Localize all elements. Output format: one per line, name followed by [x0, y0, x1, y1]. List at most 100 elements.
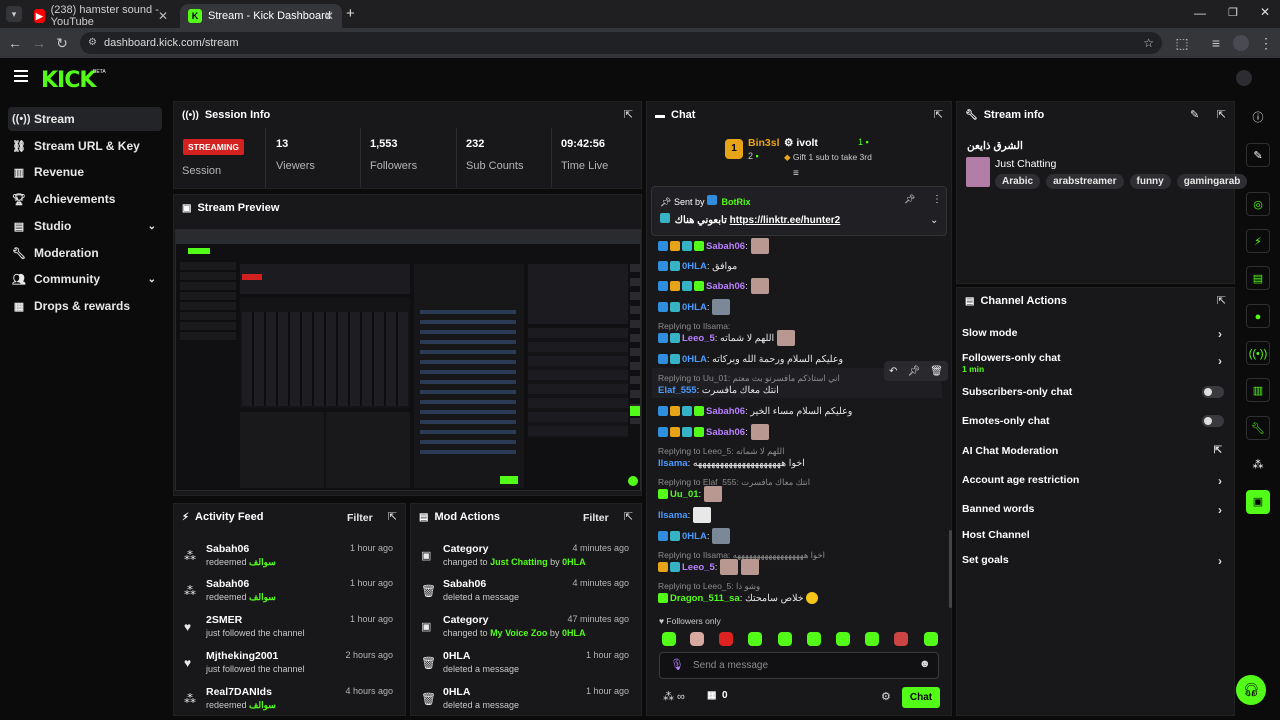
pinned-link[interactable]: https://linktr.ee/hunter2 — [730, 215, 841, 226]
chat-message[interactable]: Leeo_5: اللهم لا شماته — [658, 329, 796, 347]
chat-message[interactable]: Sabah06: — [658, 423, 769, 441]
emotes-only-toggle[interactable] — [1202, 415, 1224, 427]
action-account-age-restriction[interactable]: Account age restriction › — [962, 474, 1230, 490]
action-subscribers-only-chat[interactable]: Subscribers-only chat — [962, 386, 1230, 402]
chat-scrollbar[interactable] — [949, 530, 952, 608]
emote-button[interactable] — [719, 632, 733, 646]
maximize-icon[interactable]: ❐ — [1228, 6, 1238, 19]
action-emotes-only-chat[interactable]: Emotes-only chat — [962, 415, 1230, 431]
chat-username[interactable]: Uu_01 — [670, 489, 699, 500]
pinned-message[interactable]: 📌︎ Sent by BotRix تابعوني هناك https://l… — [651, 186, 947, 236]
chevron-down-icon[interactable]: ⌄ — [930, 215, 938, 226]
tag-pill[interactable]: funny — [1129, 174, 1171, 189]
tag-pill[interactable]: Arabic — [995, 174, 1041, 189]
chat-username[interactable]: Sabah06 — [706, 281, 745, 292]
chat-message[interactable]: Leeo_5: — [658, 558, 760, 576]
broadcast-icon[interactable]: ((•)) — [1246, 341, 1270, 365]
bolt-icon[interactable]: ⚡︎ — [1246, 229, 1270, 253]
emote-button[interactable] — [690, 632, 704, 646]
chat-username[interactable]: Leeo_5 — [682, 333, 715, 344]
sidebar-item-moderation[interactable]: 🔧︎ Moderation — [8, 241, 162, 265]
chat-message[interactable]: 0HLA: — [658, 527, 731, 545]
close-window-icon[interactable]: ✕ — [1260, 5, 1270, 19]
stream-video[interactable] — [175, 229, 641, 491]
edit-pencil-icon[interactable]: ✎ — [1190, 108, 1199, 121]
chat-message[interactable]: Sabah06: وعليكم السلام مساء الخير — [658, 402, 852, 420]
chat-username[interactable]: Elaf_555 — [658, 385, 697, 396]
action-slow-mode[interactable]: Slow mode › — [962, 327, 1230, 343]
chat-username[interactable]: 0HLA — [682, 531, 707, 542]
sidebar-item-studio[interactable]: ▤ Studio ⌄ — [8, 214, 162, 238]
close-icon[interactable]: ✕ — [324, 9, 334, 23]
sidebar-item-stream-url-key[interactable]: ⛓ Stream URL & Key — [8, 134, 162, 158]
sidebar-item-community[interactable]: 👥︎ Community ⌄ — [8, 267, 162, 291]
chat-message[interactable]: 0HLA: وعليكم السلام ورحمة الله وبركاته — [658, 350, 843, 368]
emote-button[interactable] — [894, 632, 908, 646]
emote-button[interactable] — [662, 632, 676, 646]
edit-pencil-icon[interactable]: ✎ — [1246, 143, 1270, 167]
popout-icon[interactable]: ⇱ — [934, 108, 943, 121]
menu-kebab-icon[interactable]: ⋮ — [1257, 34, 1275, 52]
minimize-icon[interactable]: — — [1194, 6, 1206, 20]
user-avatar[interactable] — [1236, 70, 1252, 86]
more-options-icon[interactable]: ⋮ — [932, 194, 942, 205]
action-followers-only-chat[interactable]: Followers-only chat 1 min › — [962, 352, 1230, 376]
gifter-name-2[interactable]: ⚙ ivolt — [784, 137, 818, 149]
chat-username[interactable]: 0HLA — [682, 354, 707, 365]
chat-input[interactable]: 🎙︎ Send a message ☻ — [659, 652, 939, 679]
chat-message[interactable]: Ilsama: — [658, 506, 712, 524]
tag-pill[interactable]: gamingarab — [1176, 174, 1248, 189]
profile-avatar[interactable] — [1233, 35, 1249, 51]
new-tab-button[interactable]: + — [346, 5, 355, 22]
sidebar-item-achievements[interactable]: 🏆︎ Achievements — [8, 187, 162, 211]
chat-message[interactable]: Elaf_555: انتك معاك مافسرت — [658, 381, 779, 399]
popout-icon[interactable]: ⇱ — [624, 510, 633, 523]
filter-button[interactable]: Filter — [583, 512, 609, 524]
chat-username[interactable]: Ilsama — [658, 510, 688, 521]
points-icon[interactable]: ⁂ — [1246, 453, 1270, 477]
chat-message[interactable]: Uu_01: — [658, 485, 723, 503]
popout-icon[interactable]: ⇱ — [388, 510, 397, 523]
chat-username[interactable]: Leeo_5 — [682, 562, 715, 573]
chat-username[interactable]: 0HLA — [682, 261, 707, 272]
chat-message[interactable]: 0HLA: — [658, 298, 731, 316]
hamburger-icon[interactable] — [14, 70, 28, 82]
list-icon[interactable]: ▥ — [1246, 378, 1270, 402]
emoji-picker-icon[interactable]: ☻ — [919, 658, 931, 670]
bookmark-star-icon[interactable]: ☆ — [1143, 32, 1154, 54]
subscribers-only-toggle[interactable] — [1202, 386, 1224, 398]
microphone-icon[interactable]: 🎙︎ — [670, 658, 684, 671]
gifter-name[interactable]: Bin3sl — [748, 137, 780, 149]
close-icon[interactable]: ✕ — [158, 9, 168, 23]
chat-username[interactable]: Sabah06 — [706, 427, 745, 438]
emote-button[interactable] — [924, 632, 938, 646]
info-icon[interactable]: ⓘ — [1246, 106, 1270, 130]
chat-settings-icon[interactable]: ⚙ — [881, 690, 891, 703]
tab-kick-dashboard[interactable]: K Stream - Kick Dashboard ✕ — [180, 4, 342, 28]
chat-bubble-icon[interactable]: ● — [1246, 304, 1270, 328]
document-icon[interactable]: ▤ — [1246, 266, 1270, 290]
support-chat-button[interactable]: 🎧︎ — [1236, 675, 1266, 705]
chat-message[interactable]: 0HLA: موافق — [658, 257, 737, 275]
wrench-icon[interactable]: 🔧︎ — [1246, 416, 1270, 440]
popout-icon[interactable]: ⇱ — [624, 108, 633, 121]
delete-icon[interactable]: 🗑︎ — [930, 366, 943, 377]
forward-icon[interactable]: → — [30, 34, 48, 52]
chat-username[interactable]: Ilsama — [658, 458, 688, 469]
url-field[interactable]: ⚙ dashboard.kick.com/stream ☆ — [80, 32, 1162, 54]
tag-pill[interactable]: arabstreamer — [1046, 174, 1124, 189]
chat-username[interactable]: 0HLA — [682, 302, 707, 313]
tab-youtube[interactable]: ▶ (238) hamster sound - YouTube ✕ — [26, 4, 176, 28]
action-ai-chat-moderation[interactable]: AI Chat Moderation ⇱ — [962, 445, 1230, 461]
emote-button[interactable] — [807, 632, 821, 646]
sidebar-item-drops-rewards[interactable]: ▦ Drops & rewards — [8, 294, 162, 318]
chat-username[interactable]: Sabah06 — [706, 241, 745, 252]
back-icon[interactable]: ← — [6, 34, 24, 52]
popout-icon[interactable]: ⇱ — [1217, 294, 1226, 307]
media-icon[interactable]: ≡ — [1207, 34, 1225, 52]
pin-icon[interactable]: 📌︎ — [907, 366, 920, 377]
category-name[interactable]: Just Chatting — [995, 158, 1056, 170]
kick-logo[interactable]: KICK — [41, 68, 96, 93]
emote-button[interactable] — [836, 632, 850, 646]
chat-message[interactable]: Sabah06: — [658, 237, 769, 255]
